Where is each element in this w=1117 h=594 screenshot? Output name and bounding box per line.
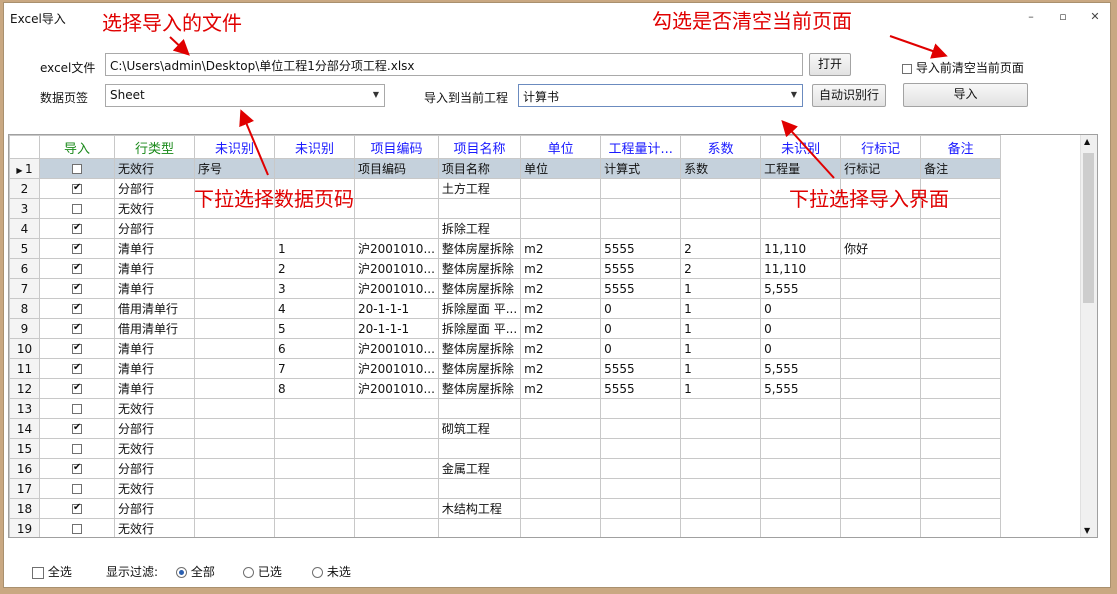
annotation-arrows [169,35,948,179]
arrow-to-file [169,36,190,56]
arrow-to-target [781,120,835,179]
arrow-to-clear [889,35,948,59]
arrow-to-sheet [239,109,269,176]
excel-import-window: Excel导入 – ▫ ✕ excel文件 C:\Users\admin\Des… [3,2,1111,588]
